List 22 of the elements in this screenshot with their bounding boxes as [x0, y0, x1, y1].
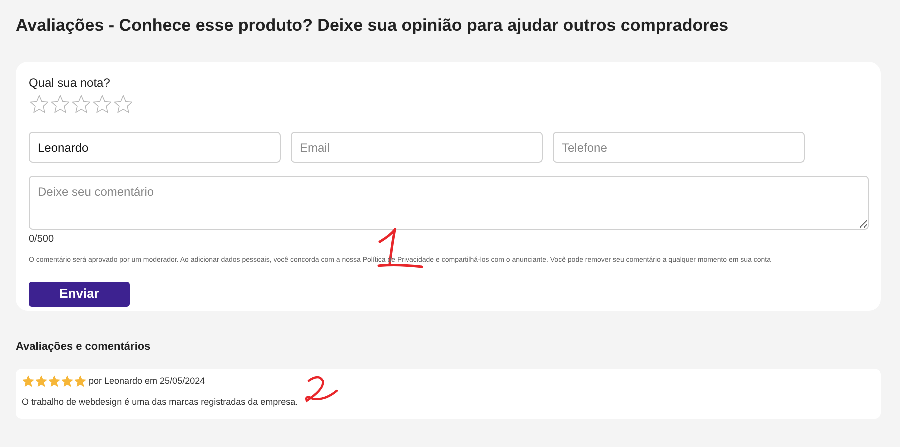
- star-icon: [48, 374, 61, 388]
- star-icon[interactable]: [50, 94, 71, 115]
- star-icon[interactable]: [71, 94, 92, 115]
- star-icon: [61, 374, 74, 388]
- page-title: Avaliações - Conhece esse produto? Deixe sua opinião para ajudar outros compradores: [16, 15, 729, 37]
- star-icon: [35, 374, 48, 388]
- submit-button[interactable]: Enviar: [29, 282, 130, 306]
- review-byline: por Leonardo em 25/05/2024: [89, 374, 206, 388]
- rating-label: Qual sua nota?: [29, 75, 112, 92]
- star-icon[interactable]: [113, 94, 134, 115]
- input-field[interactable]: Telefone: [553, 132, 805, 163]
- star-icon: [22, 374, 35, 388]
- character-counter: 0/500: [29, 233, 56, 247]
- star-icon: [74, 374, 87, 388]
- star-icon[interactable]: [29, 94, 50, 115]
- handwritten-mark-drawing: [303, 375, 341, 405]
- review-text: O trabalho de webdesign é uma das marcas registradas da empresa.: [22, 396, 300, 409]
- input-field[interactable]: Email: [291, 132, 543, 163]
- comment-field[interactable]: Deixe seu comentário: [29, 176, 869, 230]
- input-field[interactable]: Leonardo: [29, 132, 281, 163]
- reviews-heading: Avaliações e comentários: [16, 340, 152, 355]
- star-icon[interactable]: [92, 94, 113, 115]
